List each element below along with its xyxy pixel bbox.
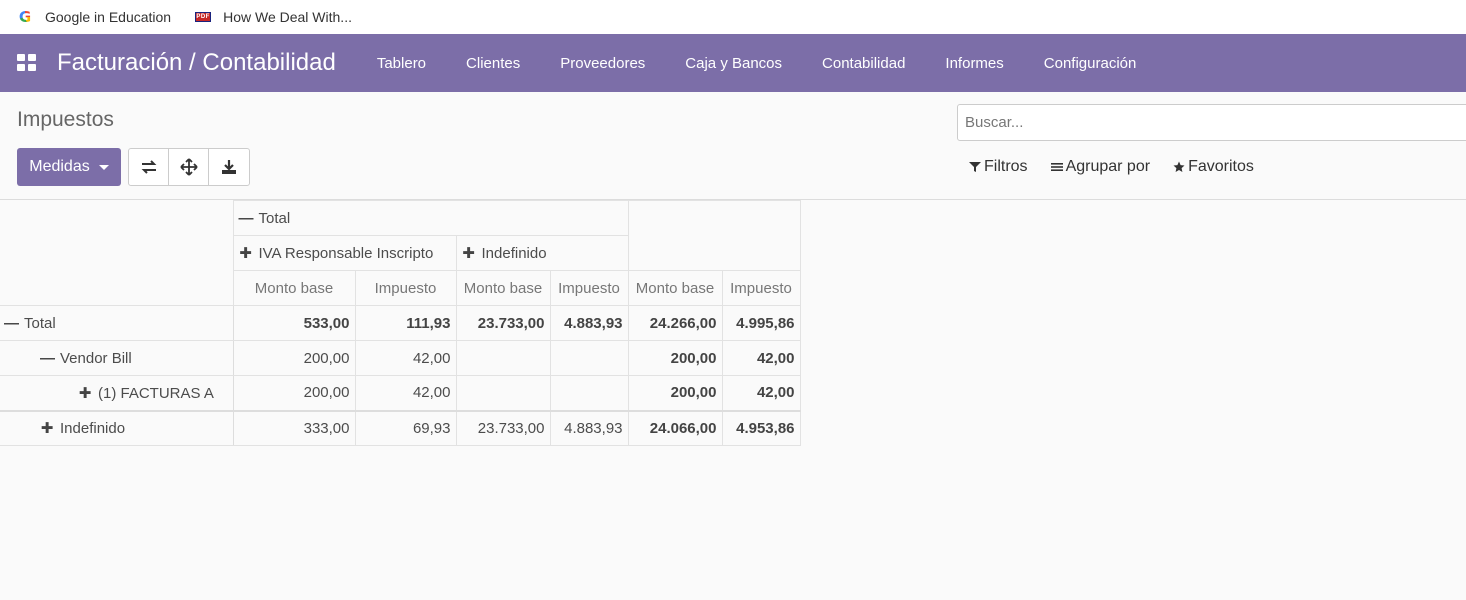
app-title: Facturación / Contabilidad [57, 49, 336, 76]
cell[interactable]: 4.995,86 [721, 305, 801, 341]
measure-header[interactable]: Monto base [232, 270, 356, 306]
bookmark-label: Google in Education [45, 9, 172, 25]
bookmarks-bar: G Google in Education PDF How We Deal Wi… [0, 0, 1466, 34]
menu-proveedores[interactable]: Proveedores [560, 55, 645, 72]
cell[interactable]: 42,00 [354, 340, 457, 376]
cell[interactable]: 42,00 [721, 375, 801, 411]
measure-header[interactable]: Impuesto [549, 270, 629, 306]
pivot-row-vendor-bill: — Vendor Bill 200,00 42,00 200,00 42,00 [0, 340, 801, 376]
cell[interactable]: 200,00 [232, 340, 356, 376]
control-panel: Impuestos Medidas Filtros Agrupar por Fa… [0, 92, 1466, 200]
pivot-row-total: — Total 533,00 111,93 23.733,00 4.883,93 … [0, 305, 801, 341]
expand-all-button[interactable] [169, 149, 209, 185]
measure-header[interactable]: Impuesto [354, 270, 457, 306]
exchange-icon [141, 160, 156, 174]
row-header-total[interactable]: — Total [0, 305, 234, 341]
measure-header[interactable]: Monto base [627, 270, 723, 306]
cell[interactable]: 42,00 [354, 375, 457, 411]
measure-header[interactable]: Monto base [455, 270, 551, 306]
caret-down-icon [98, 164, 109, 170]
cell[interactable] [549, 340, 629, 376]
col-header-iva[interactable]: ✚ IVA Responsable Inscripto [232, 235, 457, 271]
cell[interactable]: 23.733,00 [455, 305, 551, 341]
arrows-icon [179, 158, 198, 176]
cell[interactable]: 24.066,00 [627, 409, 723, 446]
row-header-facturas-a[interactable]: ✚ (1) FACTURAS A [0, 375, 234, 411]
plus-icon: ✚ [40, 420, 54, 438]
download-button[interactable] [209, 149, 249, 185]
cell[interactable] [549, 375, 629, 411]
col-header-total[interactable]: — Total [232, 200, 629, 236]
cell[interactable]: 4.953,86 [721, 409, 801, 446]
pivot-corner [0, 200, 234, 306]
cell[interactable] [455, 375, 551, 411]
bars-icon [1050, 163, 1063, 171]
col-header-indefinido[interactable]: ✚ Indefinido [455, 235, 629, 271]
cell[interactable]: 24.266,00 [627, 305, 723, 341]
menu-configuracion[interactable]: Configuración [1044, 55, 1137, 72]
filters-label: Filtros [984, 158, 1028, 175]
pivot-table: — Total ✚ IVA Responsable Inscripto ✚ Indef… [0, 200, 801, 446]
search-input[interactable] [957, 104, 1466, 141]
google-icon: G [18, 8, 32, 26]
menu-tablero[interactable]: Tablero [377, 55, 426, 72]
cell[interactable]: 69,93 [354, 409, 457, 446]
flip-axis-button[interactable] [129, 149, 169, 185]
pivot-row-indefinido: ✚ Indefinido 333,00 69,93 23.733,00 4.883… [0, 409, 801, 446]
plus-icon: ✚ [239, 245, 252, 262]
pdf-icon: PDF [195, 12, 212, 22]
pivot-actions [128, 148, 250, 186]
menu-caja-bancos[interactable]: Caja y Bancos [685, 55, 782, 72]
row-header-vendor-bill[interactable]: — Vendor Bill [0, 340, 234, 376]
cell[interactable] [455, 340, 551, 376]
measures-button[interactable]: Medidas [17, 148, 121, 186]
measure-header[interactable]: Impuesto [721, 270, 801, 306]
col-header-total-empty [627, 200, 801, 271]
favorites-button[interactable]: Favoritos [1173, 158, 1254, 176]
cell[interactable]: 111,93 [354, 305, 457, 341]
bookmark-google-education[interactable]: G Google in Education [17, 6, 171, 28]
minus-icon: — [238, 209, 254, 227]
download-icon [222, 160, 236, 174]
menu-clientes[interactable]: Clientes [466, 55, 520, 72]
cell[interactable]: 200,00 [232, 375, 356, 411]
cell[interactable]: 4.883,93 [549, 305, 629, 341]
search-options: Filtros Agrupar por Favoritos [969, 158, 1277, 176]
group-by-label: Agrupar por [1065, 158, 1151, 175]
pivot-row-facturas-a: ✚ (1) FACTURAS A 200,00 42,00 200,00 42,0… [0, 375, 801, 411]
bookmark-label: How We Deal With... [223, 9, 352, 25]
star-icon [1173, 161, 1185, 172]
filters-button[interactable]: Filtros [969, 158, 1028, 176]
cell[interactable]: 23.733,00 [455, 409, 551, 446]
cell[interactable]: 4.883,93 [549, 409, 629, 446]
plus-icon: ✚ [78, 384, 92, 402]
menu-contabilidad[interactable]: Contabilidad [822, 55, 905, 72]
apps-grid-icon[interactable] [17, 54, 37, 72]
bookmark-how-we-deal[interactable]: PDF How We Deal With... [195, 6, 352, 28]
minus-icon: — [40, 349, 55, 367]
minus-icon: — [4, 314, 19, 332]
favorites-label: Favoritos [1188, 158, 1254, 175]
cell[interactable]: 533,00 [232, 305, 356, 341]
filter-icon [969, 162, 981, 172]
cell[interactable]: 333,00 [232, 409, 356, 446]
measures-label: Medidas [29, 158, 90, 175]
cell[interactable]: 42,00 [721, 340, 801, 376]
plus-icon: ✚ [462, 245, 475, 262]
cell[interactable]: 200,00 [627, 375, 723, 411]
row-header-indefinido[interactable]: ✚ Indefinido [0, 409, 234, 446]
main-navbar: Facturación / Contabilidad Tablero Clien… [0, 34, 1466, 92]
cell[interactable]: 200,00 [627, 340, 723, 376]
breadcrumb: Impuestos [17, 108, 114, 131]
group-by-button[interactable]: Agrupar por [1050, 158, 1151, 176]
menu-informes[interactable]: Informes [945, 55, 1003, 72]
